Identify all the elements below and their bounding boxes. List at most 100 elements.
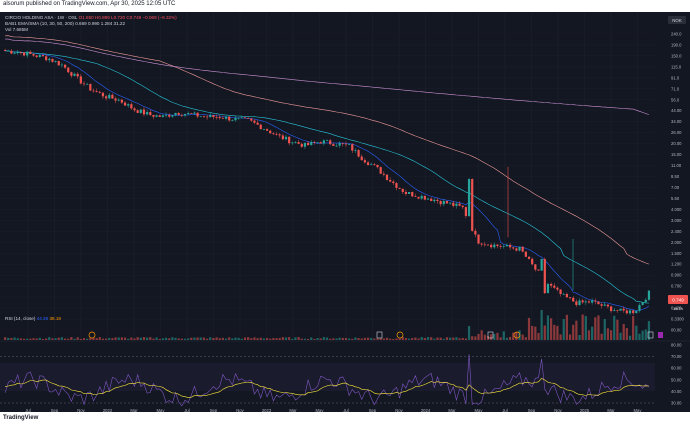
candle-body [490, 244, 493, 248]
volume-bar [540, 310, 543, 340]
volume-bar [7, 337, 10, 340]
candle-body [628, 310, 632, 314]
volume-bar [335, 338, 338, 340]
candle-body [423, 195, 426, 200]
legend-vol-line: Vol 7.685M [5, 27, 28, 32]
candle-body [54, 60, 57, 62]
volume-bar [351, 338, 354, 340]
candle-body [48, 58, 51, 61]
candle-body [518, 246, 521, 251]
currency-badge[interactable]: NOK [668, 16, 686, 24]
volume-bar [341, 337, 344, 340]
candle-body [158, 115, 161, 117]
volume-bar [86, 338, 89, 340]
volume-bar [193, 337, 196, 340]
candle-body [556, 287, 559, 290]
candle-body [398, 187, 401, 189]
price-axis: 240.0 190.0 150.0 115.0 91.0 71.0 56.0 44.00 34.… [671, 32, 684, 333]
price-chart-svg[interactable]: 240.0 190.0 150.0 115.0 91.0 71.0 56.0 44.00 34.… [0, 12, 690, 416]
volume-bar [379, 338, 382, 340]
candle-body [269, 130, 272, 134]
candle-body [253, 120, 256, 123]
volume-bar [272, 338, 275, 340]
volume-bar [155, 337, 158, 340]
volume-bar [591, 326, 594, 340]
candle-body [231, 120, 234, 121]
volume-bar [231, 338, 234, 340]
candle-body [505, 244, 509, 247]
candle-body [512, 247, 515, 249]
candle-body [335, 145, 338, 147]
candle-body [310, 141, 313, 146]
volume-bar [537, 332, 540, 340]
candle-body [338, 143, 341, 146]
volume-bar [313, 338, 316, 340]
price-marker-sub: 1d 7h [673, 307, 683, 311]
volume-bar [123, 337, 127, 340]
candle-body [458, 203, 461, 206]
legend-volume[interactable]: Vol 7.685M [5, 27, 28, 32]
legend-ma-line: BAB1 EMA/SMA (10, 30, 50, 200) 0.669 0.9… [5, 21, 126, 26]
volume-bar [531, 325, 534, 340]
volume-bar [395, 338, 398, 340]
price-axis-label: 34.00 [671, 119, 682, 124]
volume-bar [221, 337, 224, 340]
candle-body [86, 83, 89, 85]
candle-body [196, 112, 199, 117]
candle-body [164, 114, 168, 116]
volume-bar [79, 338, 82, 340]
candle-body [341, 143, 344, 144]
candle-body [638, 305, 641, 311]
candle-body [436, 199, 439, 202]
price-axis-label: 7.00 [671, 185, 680, 190]
candle-body [26, 51, 29, 56]
volume-bar [45, 338, 48, 340]
price-axis-label: 71.0 [671, 86, 680, 91]
volume-bar [370, 337, 373, 340]
candle-body [351, 144, 354, 151]
volume-bar [281, 337, 284, 340]
chart-area[interactable]: 240.0 190.0 150.0 115.0 91.0 71.0 56.0 44.00 34.… [0, 12, 690, 416]
volume-bar [609, 330, 613, 340]
candle-body [142, 109, 146, 115]
candle-body [180, 114, 183, 116]
legend-ma[interactable]: BAB1 EMA/SMA (10, 30, 50, 200) 0.669 0.9… [5, 21, 125, 26]
candle-body [619, 308, 622, 311]
volume-bar [376, 338, 379, 340]
candle-body [117, 99, 120, 101]
volume-bar [63, 338, 67, 340]
volume-bar [556, 325, 559, 340]
volume-bar [493, 333, 496, 340]
price-axis-label: 5.50 [671, 196, 680, 201]
candle-body [237, 117, 240, 119]
volume-bar [641, 330, 644, 340]
volume-bar [310, 337, 313, 340]
volume-bar [41, 338, 45, 340]
volume-bar [613, 315, 616, 340]
candle-body [291, 142, 294, 144]
candle-body [553, 285, 556, 288]
legend-rsi[interactable]: RSI (14, close) 44.38 38.19 [5, 316, 61, 321]
volume-bar [423, 338, 426, 340]
legend-rsi-value1: 44.38 [36, 316, 49, 321]
rsi-axis-label: 80.00 [671, 343, 682, 348]
legend-symbol[interactable]: CIRCIO HOLDING ASA · 1W · OSL O1.850 H0.… [5, 15, 177, 20]
volume-bar [190, 337, 193, 340]
volume-bar [196, 337, 199, 340]
candle-body [240, 117, 243, 119]
candle-body [19, 52, 22, 54]
candle-body [527, 256, 531, 259]
volume-bar [467, 326, 471, 340]
rsi-axis-label: 50.00 [671, 377, 682, 382]
volume-bar [104, 338, 108, 340]
volume-bar [171, 337, 174, 340]
volume-bar [597, 315, 600, 340]
volume-bar [527, 317, 531, 340]
volume-bar [22, 338, 26, 340]
volume-bar [565, 314, 568, 340]
volume-bar [294, 337, 297, 340]
volume-bar [366, 337, 370, 340]
volume-bar [433, 338, 436, 340]
candle-body [114, 98, 117, 101]
volume-bar [407, 338, 411, 340]
